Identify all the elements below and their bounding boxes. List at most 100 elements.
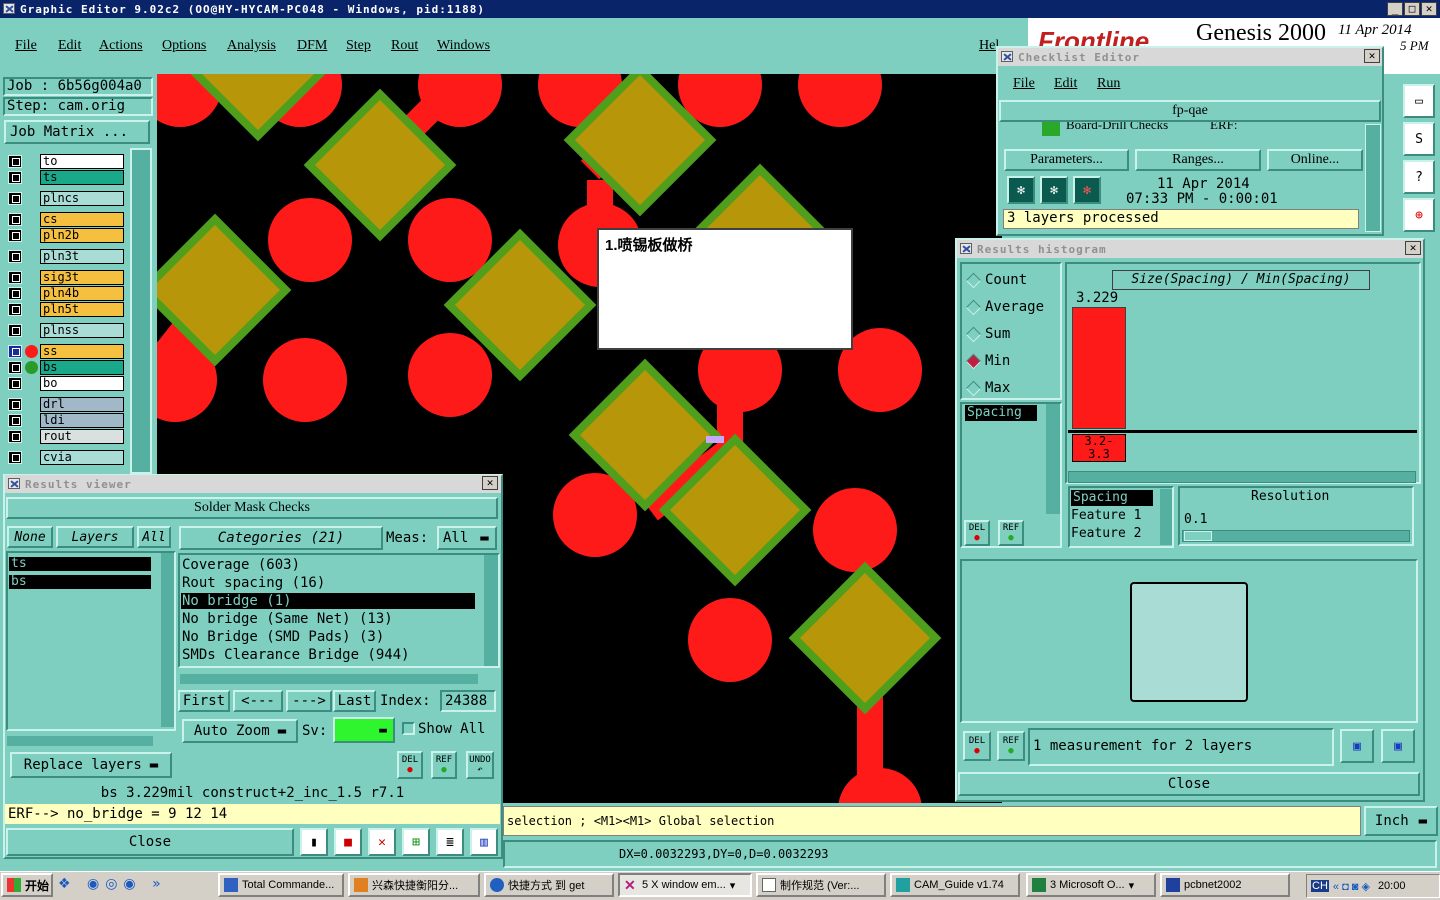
ranges-button[interactable]: Ranges...	[1135, 149, 1261, 171]
attr-item-spacing[interactable]: Spacing	[1071, 490, 1153, 506]
category-item[interactable]: No Bridge (SMD Pads) (3)	[181, 629, 475, 645]
layer-checkbox[interactable]	[8, 229, 22, 242]
checklist-scrollbar[interactable]	[1365, 124, 1381, 232]
layer-checkbox[interactable]	[8, 377, 22, 390]
replace-layers-dropdown[interactable]: Replace layers ▬	[10, 752, 172, 778]
layer-row-ldi[interactable]: ldi	[8, 413, 124, 428]
menu-analysis[interactable]: Analysis	[227, 38, 276, 54]
viewer-ref-button[interactable]: REF ●	[431, 751, 457, 779]
taskbar-item-5[interactable]: 制作规范 (Ver:...	[756, 873, 886, 897]
viewer-layer-hscroll[interactable]	[7, 736, 153, 746]
layer-checkbox[interactable]	[8, 271, 22, 284]
histogram-bar[interactable]	[1072, 307, 1126, 429]
online-button[interactable]: Online...	[1267, 149, 1363, 171]
viewer-tool-icon-6[interactable]: ▥	[470, 828, 498, 856]
sv-color-dropdown[interactable]: ▬	[333, 717, 395, 743]
layer-row-sig3t[interactable]: sig3t	[8, 270, 124, 285]
taskbar-item-3[interactable]: 快捷方式 到 get	[484, 873, 614, 897]
meas-dropdown[interactable]: All ▬	[437, 526, 497, 550]
taskbar-item-1[interactable]: Total Commande...	[218, 873, 344, 897]
auto-zoom-dropdown[interactable]: Auto Zoom ▬	[182, 719, 298, 743]
layer-row-cs[interactable]: cs	[8, 212, 124, 227]
parameters-button[interactable]: Parameters...	[1004, 149, 1129, 171]
close-window-button[interactable]: ✕	[1421, 2, 1437, 16]
viewer-layer-scrollbar[interactable]	[161, 553, 174, 727]
taskbar-item-6[interactable]: CAM_Guide v1.74	[890, 873, 1020, 897]
layer-checkbox[interactable]	[8, 398, 22, 411]
run-icon-1[interactable]: ✻	[1007, 176, 1035, 204]
category-item[interactable]: No bridge (Same Net) (13)	[181, 611, 475, 627]
first-button[interactable]: First	[178, 690, 230, 712]
layer-checkbox[interactable]	[8, 361, 22, 374]
checklist-close-icon[interactable]: ✕	[1364, 49, 1380, 63]
taskbar-item-2[interactable]: 兴森快捷衡阳分...	[348, 873, 480, 897]
viewer-close-icon[interactable]: ✕	[482, 476, 498, 490]
layers-all-button[interactable]: All	[137, 526, 171, 548]
index-field[interactable]: 24388	[440, 690, 496, 712]
resolution-slider-thumb[interactable]	[1184, 531, 1212, 541]
viewer-tool-icon-4[interactable]: ⊞	[402, 828, 430, 856]
preview-ref-button[interactable]: REF ●	[997, 731, 1025, 761]
viewer-layer-bs[interactable]: bs	[9, 575, 151, 589]
menu-step[interactable]: Step	[346, 38, 371, 54]
viewer-del-button[interactable]: DEL ●	[397, 751, 423, 779]
toolbar-tool-2[interactable]: S	[1403, 122, 1435, 156]
menu-windows[interactable]: Windows	[437, 38, 490, 54]
category-item[interactable]: SMDs Clearance Bridge (944)	[181, 647, 475, 663]
minimize-button[interactable]: _	[1387, 2, 1403, 16]
attr-scrollbar[interactable]	[1160, 489, 1172, 545]
next-button[interactable]: --->	[286, 690, 332, 712]
layer-checkbox[interactable]	[8, 192, 22, 205]
menu-edit[interactable]: Edit	[58, 38, 81, 54]
layer-row-pln5t[interactable]: pln5t	[8, 302, 124, 317]
layer-checkbox[interactable]	[8, 155, 22, 168]
taskbar-item-8[interactable]: pcbnet2002	[1160, 873, 1290, 897]
taskbar-item-4[interactable]: ✕ 5 X window em... ▾	[618, 873, 752, 897]
histogram-list-scrollbar[interactable]	[1046, 404, 1060, 514]
viewer-close-button[interactable]: Close	[6, 828, 294, 856]
checklist-row[interactable]: Board-Drill Checks ERF:	[1004, 122, 1364, 136]
layer-row-to[interactable]: to	[8, 154, 124, 169]
layer-scrollbar[interactable]	[130, 148, 152, 474]
layer-row-cvia[interactable]: cvia	[8, 450, 124, 465]
layer-checkbox[interactable]	[8, 303, 22, 316]
layer-checkbox[interactable]	[8, 213, 22, 226]
units-dropdown[interactable]: Inch ▬	[1364, 806, 1438, 836]
layer-row-bs[interactable]: bs	[8, 360, 124, 375]
graph-hscroll[interactable]	[1068, 471, 1416, 483]
run-icon-2[interactable]: ✻	[1040, 176, 1068, 204]
viewer-tool-icon-1[interactable]: ▮	[300, 828, 328, 856]
prev-button[interactable]: <---	[233, 690, 283, 712]
layers-none-button[interactable]: None	[7, 526, 53, 548]
attr-item-feature2[interactable]: Feature 2	[1071, 526, 1141, 541]
categories-button[interactable]: Categories (21)	[179, 526, 383, 550]
menu-options[interactable]: Options	[162, 38, 206, 54]
category-hscroll[interactable]	[180, 674, 478, 684]
toolbar-tool-1[interactable]: ▭	[1403, 84, 1435, 118]
histogram-list-item[interactable]: Spacing	[965, 405, 1037, 421]
layer-row-pln2b[interactable]: pln2b	[8, 228, 124, 243]
menu-rout[interactable]: Rout	[391, 38, 418, 54]
layer-row-ss[interactable]: ss	[8, 344, 124, 359]
histogram-close-icon[interactable]: ✕	[1405, 241, 1421, 255]
checklist-menu-file[interactable]: File	[1013, 76, 1035, 92]
layer-row-plnss[interactable]: plnss	[8, 323, 124, 338]
taskbar-item-7[interactable]: 3 Microsoft O... ▾	[1026, 873, 1156, 897]
preview-box[interactable]	[1130, 582, 1248, 702]
layer-checkbox[interactable]	[8, 414, 22, 427]
layer-checkbox[interactable]	[8, 345, 22, 358]
toolbar-help-icon[interactable]: ?	[1403, 160, 1435, 194]
layer-checkbox[interactable]	[8, 324, 22, 337]
histogram-close-button[interactable]: Close	[958, 772, 1420, 796]
layer-row-pln4b[interactable]: pln4b	[8, 286, 124, 301]
histogram-del-button[interactable]: DEL ●	[964, 520, 990, 546]
category-scrollbar[interactable]	[484, 555, 498, 666]
menu-dfm[interactable]: DFM	[297, 38, 327, 54]
viewer-tool-icon-5[interactable]: ≣	[436, 828, 464, 856]
layer-checkbox[interactable]	[8, 287, 22, 300]
layer-checkbox[interactable]	[8, 171, 22, 184]
viewer-layer-ts[interactable]: ts	[9, 557, 151, 571]
layer-checkbox[interactable]	[8, 451, 22, 464]
layer-row-pln3t[interactable]: pln3t	[8, 249, 124, 264]
layer-row-rout[interactable]: rout	[8, 429, 124, 444]
